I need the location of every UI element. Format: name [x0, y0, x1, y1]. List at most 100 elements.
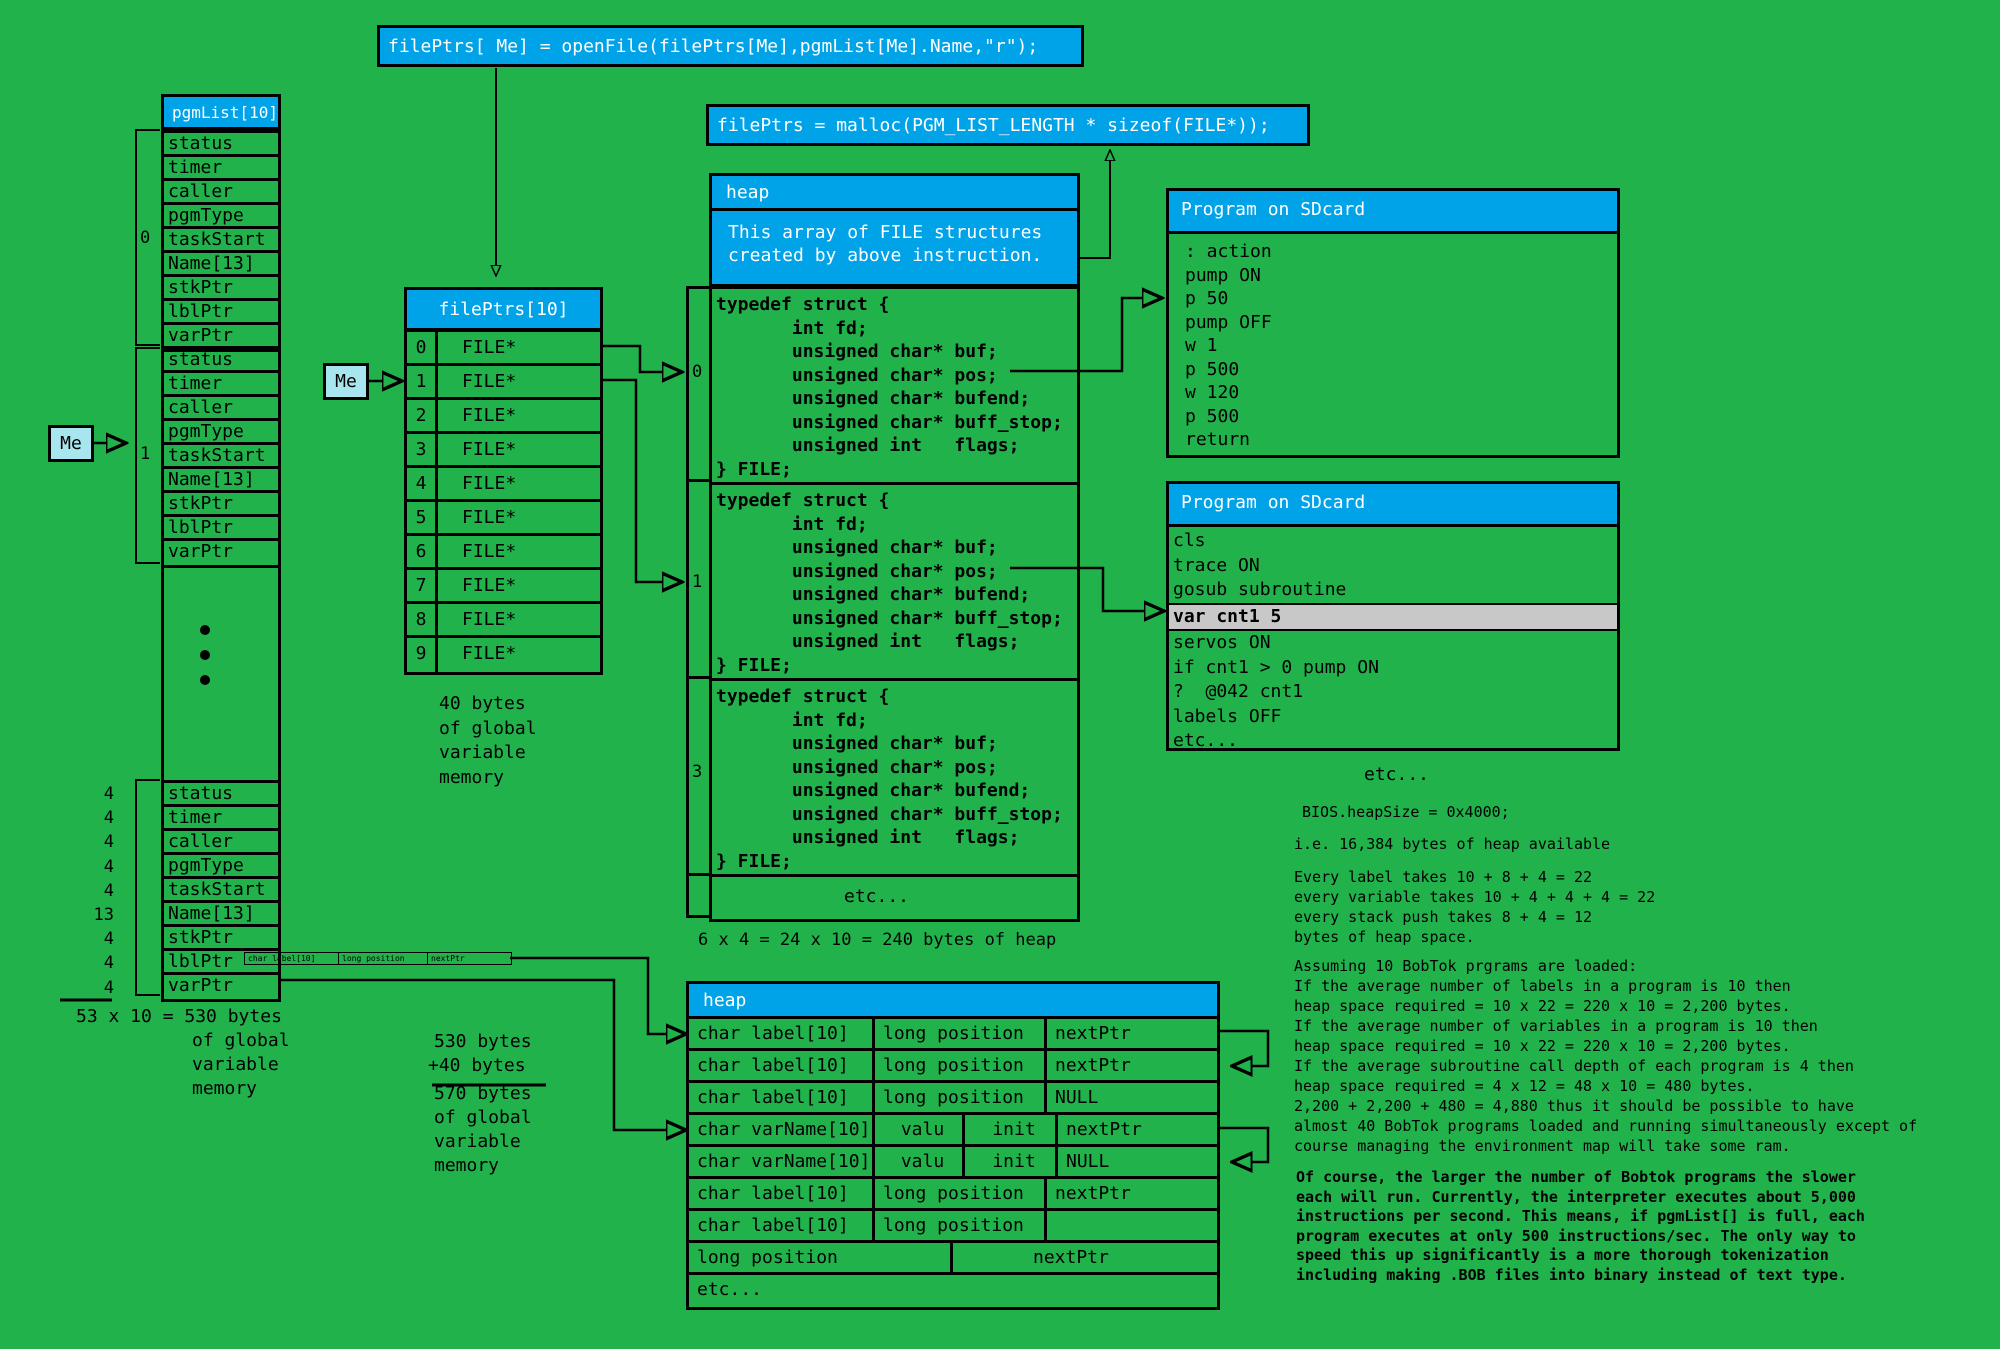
heap-row: char varName[10] valu init nextPtr [689, 1115, 1217, 1147]
sum-note-line: variable [434, 1131, 521, 1152]
struct-line: unsigned char* buf; [716, 733, 998, 754]
note-line: bytes of heap space. [1294, 928, 1475, 946]
cost-notes: Every label takes 10 + 8 + 4 = 22 every v… [1294, 867, 1655, 947]
heap-cell: long position [875, 1051, 1047, 1080]
struct-line: unsigned char* buff_stop; [716, 411, 1063, 433]
struct-line: int fd; [716, 513, 868, 535]
pgmlist-field: status [164, 349, 278, 373]
fileptr-index: 1 [407, 366, 438, 397]
heap-cell: long position [875, 1083, 1047, 1112]
program-line: if cnt1 > 0 pump ON [1173, 656, 1379, 678]
fileptr-index: 9 [407, 638, 438, 672]
fileptr-index: 0 [407, 332, 438, 363]
program-line: gosub subroutine [1173, 579, 1347, 600]
file-struct: typedef struct { int fd; unsigned char* … [712, 485, 1077, 681]
heap-row: char label[10] long position nextPtr [689, 1051, 1217, 1083]
pgmlist-field: stkPtr [164, 277, 278, 301]
pgmlist-field: timer [164, 807, 278, 831]
heap-description: This array of FILE structures created by… [709, 211, 1080, 287]
struct-etc: etc... [844, 886, 910, 907]
pgmlist-field: pgmType [164, 421, 278, 445]
heap-linked-list: heap char label[10] long position nextPtr c… [686, 981, 1220, 1310]
note-line: If the average subroutine call depth of … [1294, 1057, 1854, 1075]
field-size: 4 [103, 880, 114, 901]
note-line: heap space required = 10 x 22 = 220 x 10… [1294, 997, 1791, 1015]
heap-row: char label[10] long position nextPtr [689, 1179, 1217, 1211]
note-line: heap space required = 10 x 22 = 220 x 10… [1294, 1037, 1791, 1055]
fileptrs-array: 0 FILE* 1 FILE* 2 FILE* 3 FILE* 4 FILE* 5 FILE* 6 FIL… [404, 329, 603, 675]
note-line: 2,200 + 2,200 + 480 = 4,880 thus it shou… [1294, 1097, 1854, 1115]
heap-cell: nextPtr [1055, 1183, 1131, 1204]
heapsize-note: BIOS.heapSize = 0x4000; [1302, 803, 1510, 821]
file-struct: typedef struct { int fd; unsigned char* … [712, 289, 1077, 485]
file-struct: typedef struct { int fd; unsigned char* … [712, 681, 1077, 877]
fileptr-value: FILE* [462, 405, 517, 426]
fileptr-value: FILE* [462, 507, 517, 528]
file-struct-list: typedef struct { int fd; unsigned char* … [709, 286, 1080, 922]
struct-separator [686, 676, 711, 679]
fileptr-index: 8 [407, 604, 438, 635]
struct-index-0: 0 [692, 362, 703, 382]
heap-row: char label[10] long position NULL [689, 1083, 1217, 1115]
heap-cell: nextPtr [1033, 1247, 1109, 1268]
heap-cell: NULL [1066, 1151, 1110, 1172]
heap-cell: long position [875, 1179, 1047, 1208]
pgmlist-gap [161, 562, 281, 782]
field-size: 4 [103, 832, 114, 853]
heap-cell: long position [875, 1019, 1047, 1048]
heap-title: heap [709, 173, 1080, 211]
mini-cell: char label[10] [245, 953, 339, 964]
struct-line: unsigned int flags; [716, 631, 1020, 652]
note-line: Assuming 10 BobTok prgrams are loaded: [1294, 957, 1638, 975]
fileptr-row: 2 FILE* [407, 400, 600, 434]
mini-cell: nextPtr [431, 954, 465, 963]
sum-note-line: of global [434, 1107, 532, 1128]
pgmlist-field: caller [164, 831, 278, 855]
struct-line: unsigned char* buf; [716, 341, 998, 362]
field-size: 4 [103, 929, 114, 950]
heap-cell: nextPtr [1055, 1023, 1131, 1044]
fileptr-row: 7 FILE* [407, 570, 600, 604]
fileptr-value: FILE* [462, 337, 517, 358]
pgmlist-field: lblPtr [164, 517, 278, 541]
program-line: var cnt1 5 [1169, 602, 1617, 631]
program-line: : action [1185, 241, 1272, 262]
pgmlist-field: taskStart [164, 229, 278, 253]
program-line: cls [1173, 530, 1206, 551]
pgmlist-field: stkPtr [164, 493, 278, 517]
note-line: every stack push takes 8 + 4 = 12 [1294, 908, 1593, 926]
heap-cell: char label[10] [689, 1083, 875, 1112]
fileptr-row: 3 FILE* [407, 434, 600, 468]
pgmlist-field: Name[13] [164, 469, 278, 493]
heap-cell: valu [875, 1115, 965, 1144]
heap-link-2 [1218, 1126, 1270, 1162]
fileptr-value: FILE* [462, 541, 517, 562]
program-line: trace ON [1173, 554, 1260, 576]
heap-cell: init [965, 1115, 1058, 1144]
lblptr-to-heap [510, 956, 686, 1034]
fileptr-index: 2 [407, 400, 438, 431]
program-line: servos ON [1173, 632, 1271, 653]
heap-cell: char varName[10] [689, 1147, 875, 1176]
heap-cell: init [965, 1147, 1058, 1176]
program-line: labels OFF [1173, 705, 1282, 727]
fileptrs-note-line: of global [439, 717, 537, 739]
note-line: Of course, the larger the number of Bobt… [1296, 1168, 1856, 1186]
heap-cell: char varName[10] [689, 1115, 875, 1144]
struct-line: typedef struct { [716, 686, 890, 707]
lblptr-mini-row: char label[10] long position nextPtr [244, 952, 512, 965]
sum-note-line: memory [434, 1155, 500, 1176]
note-line: If the average number of variables in a … [1294, 1017, 1818, 1035]
program-line: w 120 [1185, 382, 1240, 403]
note-line: speed this up significantly is a more th… [1296, 1246, 1829, 1265]
pgmlist-total-note-3: memory [192, 1078, 258, 1099]
pgmlist-field: stkPtr [164, 927, 278, 951]
assumption-notes: Assuming 10 BobTok prgrams are loaded: If… [1294, 956, 1917, 1156]
fileptr-value: FILE* [462, 575, 517, 596]
fileptr-index: 7 [407, 570, 438, 601]
program-line: ? @042 cnt1 [1173, 681, 1304, 702]
field-size: 4 [103, 953, 114, 974]
struct-line: unsigned char* bufend; [716, 780, 1031, 801]
pgmlist-field: varPtr [168, 975, 234, 996]
fileptr-value: FILE* [462, 371, 517, 392]
